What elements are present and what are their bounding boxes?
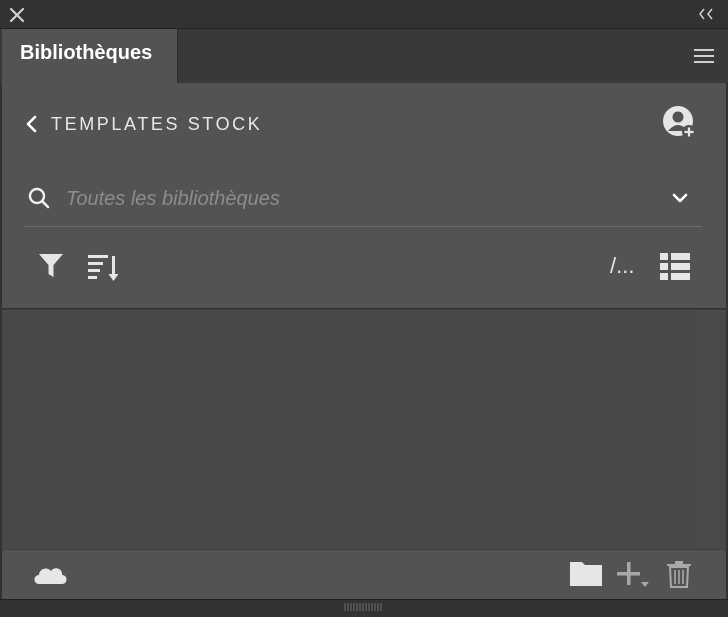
library-items-area xyxy=(2,309,726,550)
panel-footer xyxy=(2,549,726,600)
list-view-icon[interactable] xyxy=(660,253,690,281)
panel-bottom-bar xyxy=(0,599,728,617)
double-chevron-left-icon[interactable] xyxy=(698,6,716,22)
tab-bar: Bibliothèques xyxy=(0,28,728,84)
search-icon xyxy=(28,187,50,209)
resize-grip-icon[interactable] xyxy=(344,603,384,611)
folder-icon[interactable] xyxy=(570,560,602,588)
chevron-left-icon[interactable] xyxy=(24,114,40,134)
close-icon[interactable] xyxy=(8,6,26,24)
library-title: TEMPLATES STOCK xyxy=(51,114,263,134)
add-user-icon[interactable] xyxy=(662,105,698,141)
scrollbar-track[interactable] xyxy=(694,310,718,550)
cloud-icon xyxy=(34,568,67,584)
panel-top-strip xyxy=(0,0,728,28)
sort-icon[interactable] xyxy=(88,253,122,283)
library-path-button[interactable]: /... xyxy=(610,253,634,279)
tab-libraries[interactable]: Bibliothèques xyxy=(2,29,178,83)
library-toolbar: /... xyxy=(2,243,726,293)
tab-label: Bibliothèques xyxy=(20,42,153,64)
plus-dropdown-icon[interactable] xyxy=(616,560,650,590)
hamburger-menu-icon[interactable] xyxy=(694,48,714,64)
trash-icon[interactable] xyxy=(666,560,692,588)
libraries-panel: Bibliothèques TEMPLATES STOCK Toutes les… xyxy=(0,0,728,617)
library-content: TEMPLATES STOCK Toutes les bibliothèques… xyxy=(2,83,726,308)
search-bar xyxy=(24,178,702,227)
chevron-down-icon[interactable] xyxy=(670,190,690,206)
filter-icon[interactable] xyxy=(38,253,64,279)
library-search-input[interactable] xyxy=(66,184,626,214)
